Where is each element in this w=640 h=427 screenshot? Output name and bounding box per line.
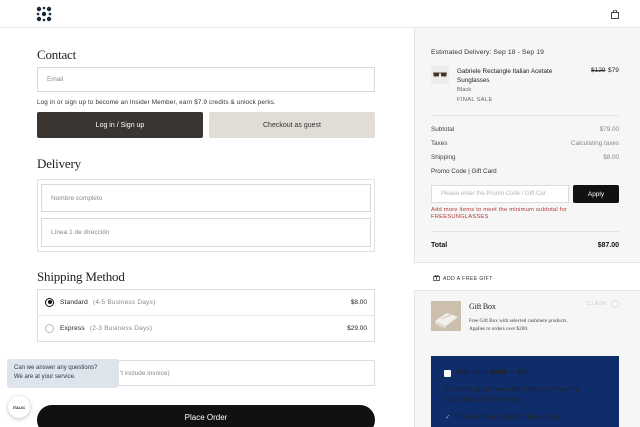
product-name: Gabriele Rectangle Italian Acetate Sungl…	[457, 68, 553, 84]
taxes-line: Taxes Calculating taxes	[431, 140, 619, 147]
chat-avatar-label: ITALIC	[12, 404, 26, 410]
subtotal-line: Subtotal $79.00	[431, 126, 619, 133]
shipping-option-eta: (4-5 Business Days)	[92, 298, 156, 306]
shipping-option-price: $29.00	[347, 325, 367, 332]
sunglasses-icon	[433, 72, 447, 77]
taxes-label: Taxes	[431, 140, 448, 147]
delivery-heading: Delivery	[37, 156, 81, 171]
taxes-value: Calculating taxes	[571, 140, 619, 147]
promo-code-placeholder: Please enter the Promo Code / Gift Car	[441, 191, 546, 197]
apply-promo-button[interactable]: Apply	[573, 185, 619, 203]
email-placeholder: Email	[47, 76, 64, 83]
subtotal-value: $79.00	[599, 126, 619, 133]
subtotal-label: Subtotal	[431, 126, 455, 133]
summary-divider	[431, 115, 619, 116]
shopping-bag-icon[interactable]	[611, 10, 619, 19]
shipping-option-price: $8.00	[350, 298, 367, 306]
place-order-button[interactable]: Place Order	[37, 405, 375, 427]
gift-box-image	[431, 301, 461, 331]
email-field[interactable]: Email	[37, 67, 375, 92]
check-icon: ✓	[445, 414, 451, 421]
checkout-as-guest-button[interactable]: Checkout as guest	[209, 112, 375, 138]
shipping-label: Shipping	[431, 154, 456, 161]
join-bonus-text: The Bold Bonus: $120 in Italic Credit	[457, 414, 560, 421]
gift-box-title: Gift Box	[469, 302, 496, 311]
add-free-gift-label: ADD A FREE GIFT	[443, 276, 493, 282]
address-placeholder: Línea 1 de dirección	[51, 229, 110, 236]
join-title: Join Italic Bold — $60	[456, 369, 529, 376]
shipping-option-express[interactable]: Express (2-3 Business Days) $29.00	[37, 315, 375, 341]
gift-box-icon	[431, 301, 461, 331]
promo-error-message: Add more items to meet the minimum subto…	[431, 207, 568, 220]
product-sale-price: $79	[608, 67, 619, 74]
login-signup-button[interactable]: Log in / Sign up	[37, 112, 203, 138]
join-description: Get a free gift and save $30 right now. …	[444, 386, 580, 403]
chat-avatar-button[interactable]: ITALIC	[8, 396, 30, 418]
radio-unselected-icon[interactable]	[45, 324, 54, 333]
claim-gift-button[interactable]: CLAIM	[587, 301, 606, 307]
total-divider	[431, 231, 619, 232]
total-line: Total $87.00	[431, 242, 619, 249]
chat-line-2: We are at your service.	[14, 374, 76, 380]
total-value: $87.00	[597, 242, 619, 249]
shipping-value: $8.00	[603, 154, 619, 161]
top-bar	[0, 0, 640, 28]
logo-icon[interactable]	[36, 6, 52, 22]
contact-heading: Contact	[37, 47, 77, 62]
estimated-delivery: Estimated Delivery: Sep 18 - Sep 19	[431, 49, 545, 56]
member-note: Log in or sign up to become an Insider M…	[37, 99, 276, 106]
chat-prompt-bubble[interactable]: Can we answer any questions? We are at y…	[7, 359, 119, 388]
product-old-price: $129	[591, 67, 606, 74]
shipping-option-name: Standard	[60, 298, 88, 306]
shipping-line: Shipping $8.00	[431, 154, 619, 161]
shipping-method-heading: Shipping Method	[37, 269, 125, 284]
radio-selected-icon[interactable]	[45, 297, 54, 307]
promo-gift-card-label[interactable]: Promo Code | Gift Card	[431, 168, 497, 175]
product-color: Black	[457, 87, 472, 93]
chat-line-1: Can we answer any questions?	[14, 365, 98, 371]
gift-box-description: Free Gift Box with selected cashmere pro…	[469, 318, 568, 332]
address-line1-field[interactable]: Línea 1 de dirección	[41, 218, 371, 247]
shipping-option-name: Express	[60, 325, 85, 332]
total-label: Total	[431, 242, 448, 249]
invoice-option-label: 't include invoice)	[120, 369, 170, 377]
shipping-option-standard[interactable]: Standard (4-5 Business Days) $8.00	[37, 289, 375, 315]
final-sale-tag: FINAL SALE	[457, 97, 493, 103]
gift-icon	[433, 275, 440, 281]
claim-radio-icon[interactable]	[611, 300, 619, 308]
full-name-field[interactable]: Nombre completo	[41, 184, 371, 212]
product-thumbnail	[431, 66, 449, 84]
full-name-placeholder: Nombre completo	[51, 194, 103, 202]
promo-code-input[interactable]: Please enter the Promo Code / Gift Car	[431, 185, 569, 203]
shipping-option-eta: (2-3 Business Days)	[89, 325, 153, 332]
join-checkbox[interactable]	[444, 370, 451, 377]
